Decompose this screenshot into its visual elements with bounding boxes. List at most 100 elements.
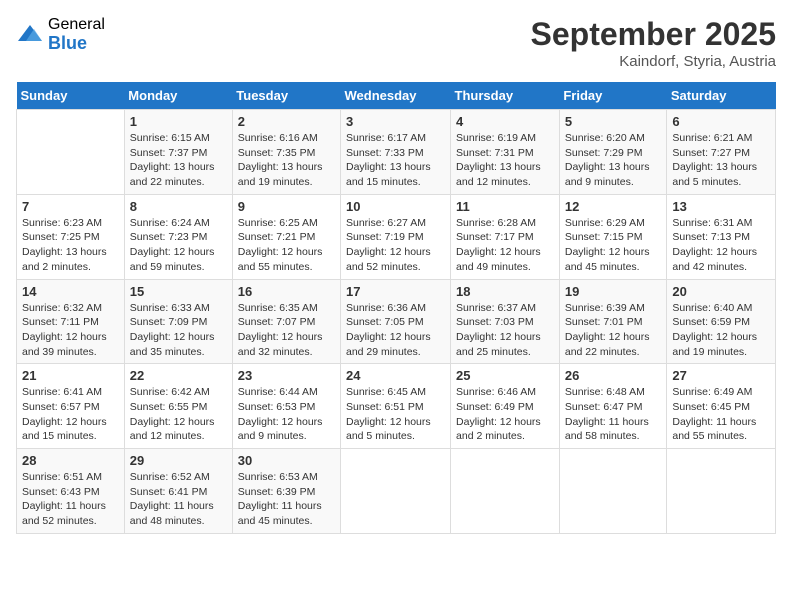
calendar-cell (667, 449, 776, 534)
day-number: 3 (346, 114, 445, 129)
calendar-week-row: 1Sunrise: 6:15 AM Sunset: 7:37 PM Daylig… (17, 110, 776, 195)
header-saturday: Saturday (667, 82, 776, 110)
calendar-cell: 21 Sunrise: 6:41 AM Sunset: 6:57 PM Dayli… (17, 364, 125, 449)
header-sunday: Sunday (17, 82, 125, 110)
day-detail: Sunrise: 6:51 AM Sunset: 6:43 PM Dayligh… (22, 470, 119, 529)
day-detail: Sunrise: 6:20 AM Sunset: 7:29 PM Dayligh… (565, 131, 662, 190)
day-number: 7 (22, 199, 119, 214)
day-number: 10 (346, 199, 445, 214)
day-number: 28 (22, 453, 119, 468)
day-detail: Sunrise: 6:39 AM Sunset: 7:01 PM Dayligh… (565, 301, 662, 360)
day-number: 25 (456, 368, 554, 383)
day-number: 15 (130, 284, 227, 299)
day-detail: Sunrise: 6:28 AM Sunset: 7:17 PM Dayligh… (456, 216, 554, 275)
calendar-cell: 3 Sunrise: 6:17 AM Sunset: 7:33 PM Daylig… (341, 110, 451, 195)
calendar-cell: 14 Sunrise: 6:32 AM Sunset: 7:11 PM Dayli… (17, 279, 125, 364)
location: Kaindorf, Styria, Austria (531, 53, 776, 70)
calendar-cell: 5 Sunrise: 6:20 AM Sunset: 7:29 PM Daylig… (559, 110, 667, 195)
day-detail: Sunrise: 6:27 AM Sunset: 7:19 PM Dayligh… (346, 216, 445, 275)
calendar-week-row: 21 Sunrise: 6:41 AM Sunset: 6:57 PM Dayli… (17, 364, 776, 449)
calendar-cell: 16 Sunrise: 6:35 AM Sunset: 7:07 PM Dayli… (232, 279, 340, 364)
day-detail: Sunrise: 6:35 AM Sunset: 7:07 PM Dayligh… (238, 301, 335, 360)
day-detail: Sunrise: 6:24 AM Sunset: 7:23 PM Dayligh… (130, 216, 227, 275)
title-section: September 2025 Kaindorf, Styria, Austria (531, 16, 776, 70)
calendar-cell: 19 Sunrise: 6:39 AM Sunset: 7:01 PM Dayli… (559, 279, 667, 364)
day-detail: Sunrise: 6:25 AM Sunset: 7:21 PM Dayligh… (238, 216, 335, 275)
calendar-cell: 27 Sunrise: 6:49 AM Sunset: 6:45 PM Dayli… (667, 364, 776, 449)
day-detail: Sunrise: 6:52 AM Sunset: 6:41 PM Dayligh… (130, 470, 227, 529)
day-number: 2 (238, 114, 335, 129)
logo-blue: Blue (48, 34, 105, 54)
calendar-cell: 23 Sunrise: 6:44 AM Sunset: 6:53 PM Dayli… (232, 364, 340, 449)
day-number: 13 (672, 199, 770, 214)
calendar-cell: 1Sunrise: 6:15 AM Sunset: 7:37 PM Daylig… (124, 110, 232, 195)
calendar-cell: 11 Sunrise: 6:28 AM Sunset: 7:17 PM Dayli… (451, 194, 560, 279)
calendar-cell: 28 Sunrise: 6:51 AM Sunset: 6:43 PM Dayli… (17, 449, 125, 534)
calendar-cell (451, 449, 560, 534)
calendar-cell: 29 Sunrise: 6:52 AM Sunset: 6:41 PM Dayli… (124, 449, 232, 534)
day-detail: Sunrise: 6:48 AM Sunset: 6:47 PM Dayligh… (565, 385, 662, 444)
day-number: 11 (456, 199, 554, 214)
day-number: 19 (565, 284, 662, 299)
day-detail: Sunrise: 6:37 AM Sunset: 7:03 PM Dayligh… (456, 301, 554, 360)
calendar-cell: 18 Sunrise: 6:37 AM Sunset: 7:03 PM Dayli… (451, 279, 560, 364)
day-number: 20 (672, 284, 770, 299)
day-detail: Sunrise: 6:19 AM Sunset: 7:31 PM Dayligh… (456, 131, 554, 190)
day-number: 24 (346, 368, 445, 383)
calendar-cell: 26 Sunrise: 6:48 AM Sunset: 6:47 PM Dayli… (559, 364, 667, 449)
day-detail: Sunrise: 6:15 AM Sunset: 7:37 PM Dayligh… (130, 131, 227, 190)
calendar-cell: 10 Sunrise: 6:27 AM Sunset: 7:19 PM Dayli… (341, 194, 451, 279)
calendar-week-row: 28 Sunrise: 6:51 AM Sunset: 6:43 PM Dayli… (17, 449, 776, 534)
calendar-cell: 12 Sunrise: 6:29 AM Sunset: 7:15 PM Dayli… (559, 194, 667, 279)
calendar-header-row: SundayMondayTuesdayWednesdayThursdayFrid… (17, 82, 776, 110)
day-number: 5 (565, 114, 662, 129)
calendar-cell (341, 449, 451, 534)
day-detail: Sunrise: 6:42 AM Sunset: 6:55 PM Dayligh… (130, 385, 227, 444)
header-tuesday: Tuesday (232, 82, 340, 110)
day-detail: Sunrise: 6:29 AM Sunset: 7:15 PM Dayligh… (565, 216, 662, 275)
header-friday: Friday (559, 82, 667, 110)
day-number: 8 (130, 199, 227, 214)
day-number: 17 (346, 284, 445, 299)
day-detail: Sunrise: 6:46 AM Sunset: 6:49 PM Dayligh… (456, 385, 554, 444)
day-detail: Sunrise: 6:49 AM Sunset: 6:45 PM Dayligh… (672, 385, 770, 444)
calendar-cell: 13Sunrise: 6:31 AM Sunset: 7:13 PM Dayli… (667, 194, 776, 279)
day-number: 21 (22, 368, 119, 383)
header-wednesday: Wednesday (341, 82, 451, 110)
calendar-cell: 8 Sunrise: 6:24 AM Sunset: 7:23 PM Daylig… (124, 194, 232, 279)
day-detail: Sunrise: 6:17 AM Sunset: 7:33 PM Dayligh… (346, 131, 445, 190)
day-detail: Sunrise: 6:21 AM Sunset: 7:27 PM Dayligh… (672, 131, 770, 190)
header-monday: Monday (124, 82, 232, 110)
day-number: 23 (238, 368, 335, 383)
day-number: 9 (238, 199, 335, 214)
day-number: 12 (565, 199, 662, 214)
day-detail: Sunrise: 6:33 AM Sunset: 7:09 PM Dayligh… (130, 301, 227, 360)
calendar-cell: 7 Sunrise: 6:23 AM Sunset: 7:25 PM Daylig… (17, 194, 125, 279)
day-number: 26 (565, 368, 662, 383)
logo-icon (16, 21, 44, 49)
calendar-cell (559, 449, 667, 534)
calendar-cell: 30 Sunrise: 6:53 AM Sunset: 6:39 PM Dayli… (232, 449, 340, 534)
day-number: 22 (130, 368, 227, 383)
logo-text: General Blue (48, 16, 105, 53)
day-detail: Sunrise: 6:41 AM Sunset: 6:57 PM Dayligh… (22, 385, 119, 444)
month-title: September 2025 (531, 16, 776, 53)
day-number: 30 (238, 453, 335, 468)
day-number: 18 (456, 284, 554, 299)
header-thursday: Thursday (451, 82, 560, 110)
page-header: General Blue September 2025 Kaindorf, St… (16, 16, 776, 70)
day-detail: Sunrise: 6:23 AM Sunset: 7:25 PM Dayligh… (22, 216, 119, 275)
calendar-cell: 4Sunrise: 6:19 AM Sunset: 7:31 PM Daylig… (451, 110, 560, 195)
day-number: 16 (238, 284, 335, 299)
day-detail: Sunrise: 6:32 AM Sunset: 7:11 PM Dayligh… (22, 301, 119, 360)
day-number: 27 (672, 368, 770, 383)
calendar-week-row: 7 Sunrise: 6:23 AM Sunset: 7:25 PM Daylig… (17, 194, 776, 279)
day-detail: Sunrise: 6:44 AM Sunset: 6:53 PM Dayligh… (238, 385, 335, 444)
day-number: 29 (130, 453, 227, 468)
day-detail: Sunrise: 6:53 AM Sunset: 6:39 PM Dayligh… (238, 470, 335, 529)
calendar-cell: 20Sunrise: 6:40 AM Sunset: 6:59 PM Dayli… (667, 279, 776, 364)
day-number: 14 (22, 284, 119, 299)
logo: General Blue (16, 16, 105, 53)
calendar-cell: 24Sunrise: 6:45 AM Sunset: 6:51 PM Dayli… (341, 364, 451, 449)
calendar-cell (17, 110, 125, 195)
